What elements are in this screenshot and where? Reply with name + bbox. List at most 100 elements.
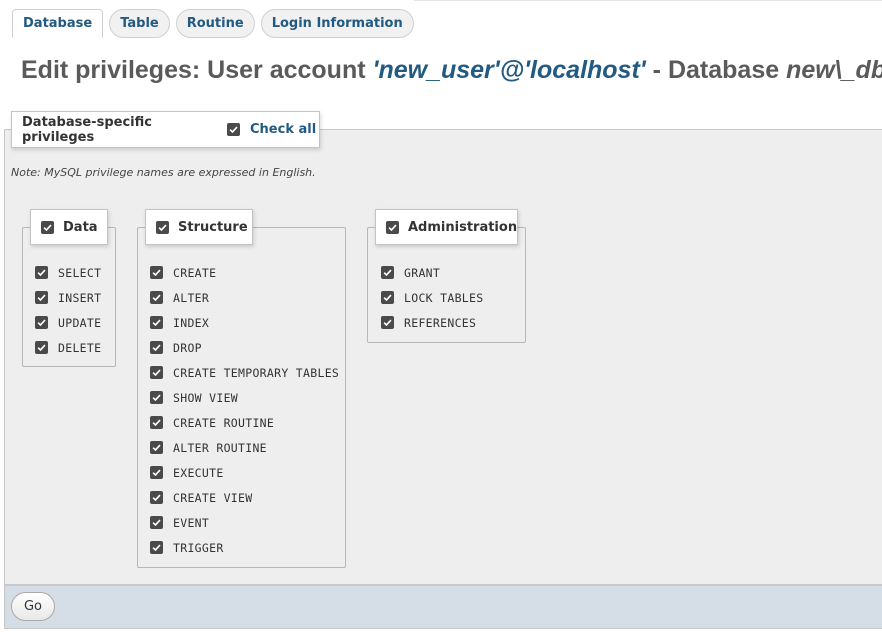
structure-privilege-row[interactable]: CREATE ROUTINE <box>150 410 339 435</box>
structure-privilege-checkbox[interactable] <box>150 491 163 504</box>
administration-privilege-row[interactable]: GRANT <box>381 260 483 285</box>
data-privilege-label: SELECT <box>58 265 102 280</box>
structure-privilege-checkbox[interactable] <box>150 266 163 279</box>
data-group-legend: Data <box>30 209 108 245</box>
data-privilege-label: INSERT <box>58 290 102 305</box>
data-privilege-checkbox[interactable] <box>35 341 48 354</box>
structure-privilege-label: ALTER <box>173 290 210 305</box>
structure-privilege-label: CREATE TEMPORARY TABLES <box>173 365 340 380</box>
data-privilege-row[interactable]: DELETE <box>35 335 101 360</box>
tab-table[interactable]: Table <box>109 9 170 38</box>
structure-privilege-list: CREATE ALTER INDEX DROP CREATE TEMPORARY TAB… <box>150 260 339 560</box>
data-privilege-label: DELETE <box>58 340 102 355</box>
check-all-label[interactable]: Check all <box>250 122 316 137</box>
administration-privilege-checkbox[interactable] <box>381 291 394 304</box>
structure-privilege-label: CREATE ROUTINE <box>173 415 275 430</box>
data-privilege-checkbox[interactable] <box>35 291 48 304</box>
data-privilege-checkbox[interactable] <box>35 266 48 279</box>
administration-privilege-row[interactable]: LOCK TABLES <box>381 285 483 310</box>
structure-privilege-checkbox[interactable] <box>150 391 163 404</box>
form-footer <box>4 585 882 629</box>
title-prefix: Edit privileges: User account <box>21 56 373 84</box>
check-all-checkbox[interactable] <box>227 123 240 136</box>
go-button[interactable]: Go <box>11 592 55 621</box>
data-privilege-row[interactable]: INSERT <box>35 285 101 310</box>
structure-privilege-label: SHOW VIEW <box>173 390 239 405</box>
administration-privilege-label: LOCK TABLES <box>404 290 484 305</box>
structure-privilege-label: ALTER ROUTINE <box>173 440 267 455</box>
structure-privilege-checkbox[interactable] <box>150 516 163 529</box>
checkmark-icon <box>152 494 161 502</box>
structure-privilege-checkbox[interactable] <box>150 366 163 379</box>
administration-privilege-label: REFERENCES <box>404 315 477 330</box>
structure-privilege-label: EVENT <box>173 515 210 530</box>
structure-privilege-checkbox[interactable] <box>150 441 163 454</box>
privilege-note: Note: MySQL privilege names are expresse… <box>11 166 316 179</box>
structure-privilege-label: TRIGGER <box>173 540 224 555</box>
privileges-legend-label: Database-specific privileges <box>22 114 152 145</box>
checkmark-icon <box>152 444 161 452</box>
checkmark-icon <box>152 344 161 352</box>
checkmark-icon <box>158 224 167 231</box>
structure-privilege-row[interactable]: CREATE <box>150 260 339 285</box>
structure-group-checkbox[interactable] <box>156 220 169 234</box>
checkmark-icon <box>152 319 161 327</box>
administration-group-checkbox[interactable] <box>386 220 399 234</box>
structure-privilege-label: INDEX <box>173 315 210 330</box>
checkmark-icon <box>152 469 161 477</box>
checkmark-icon <box>37 344 46 352</box>
checkmark-icon <box>383 269 392 277</box>
administration-group-label: Administration <box>408 219 518 235</box>
structure-privilege-row[interactable]: SHOW VIEW <box>150 385 339 410</box>
checkmark-icon <box>152 394 161 402</box>
data-privilege-list: SELECT INSERT UPDATE DELETE <box>35 260 101 360</box>
checkmark-icon <box>152 419 161 427</box>
structure-privilege-label: CREATE <box>173 265 217 280</box>
data-privilege-label: UPDATE <box>58 315 102 330</box>
structure-privilege-row[interactable]: DROP <box>150 335 339 360</box>
administration-privilege-list: GRANT LOCK TABLES REFERENCES <box>381 260 483 335</box>
tab-bar: Database Table Routine Login Information <box>12 9 414 38</box>
data-group-checkbox[interactable] <box>41 220 54 234</box>
structure-privilege-checkbox[interactable] <box>150 316 163 329</box>
checkmark-icon <box>152 369 161 377</box>
structure-privilege-row[interactable]: EVENT <box>150 510 339 535</box>
administration-privilege-checkbox[interactable] <box>381 266 394 279</box>
checkmark-icon <box>37 269 46 277</box>
structure-privilege-checkbox[interactable] <box>150 291 163 304</box>
structure-privilege-row[interactable]: ALTER <box>150 285 339 310</box>
data-privilege-row[interactable]: UPDATE <box>35 310 101 335</box>
title-database: new\_db <box>786 56 882 84</box>
tab-database[interactable]: Database <box>12 9 104 38</box>
title-middle: - Database <box>645 56 787 84</box>
structure-privilege-label: DROP <box>173 340 202 355</box>
structure-privilege-row[interactable]: TRIGGER <box>150 535 339 560</box>
structure-privilege-row[interactable]: CREATE VIEW <box>150 485 339 510</box>
checkmark-icon <box>383 319 392 327</box>
structure-privilege-row[interactable]: ALTER ROUTINE <box>150 435 339 460</box>
structure-privilege-row[interactable]: INDEX <box>150 310 339 335</box>
administration-privilege-checkbox[interactable] <box>381 316 394 329</box>
page-title: Edit privileges: User account 'new_user'… <box>21 56 882 85</box>
structure-privilege-checkbox[interactable] <box>150 541 163 554</box>
checkmark-icon <box>37 294 46 302</box>
data-group-label: Data <box>63 219 98 235</box>
structure-privilege-row[interactable]: CREATE TEMPORARY TABLES <box>150 360 339 385</box>
structure-privilege-row[interactable]: EXECUTE <box>150 460 339 485</box>
privileges-legend: Database-specific privileges Check all <box>11 111 320 148</box>
structure-group-label: Structure <box>178 219 248 235</box>
structure-privilege-checkbox[interactable] <box>150 466 163 479</box>
structure-privilege-checkbox[interactable] <box>150 341 163 354</box>
tab-routine[interactable]: Routine <box>175 9 255 38</box>
data-privilege-row[interactable]: SELECT <box>35 260 101 285</box>
administration-privilege-row[interactable]: REFERENCES <box>381 310 483 335</box>
checkmark-icon <box>43 224 52 231</box>
data-privilege-checkbox[interactable] <box>35 316 48 329</box>
top-divider <box>414 0 882 1</box>
structure-privilege-label: EXECUTE <box>173 465 224 480</box>
structure-privilege-checkbox[interactable] <box>150 416 163 429</box>
tab-login-information[interactable]: Login Information <box>260 9 414 38</box>
structure-privilege-label: CREATE VIEW <box>173 490 253 505</box>
checkmark-icon <box>383 294 392 302</box>
structure-group-legend: Structure <box>145 209 253 245</box>
